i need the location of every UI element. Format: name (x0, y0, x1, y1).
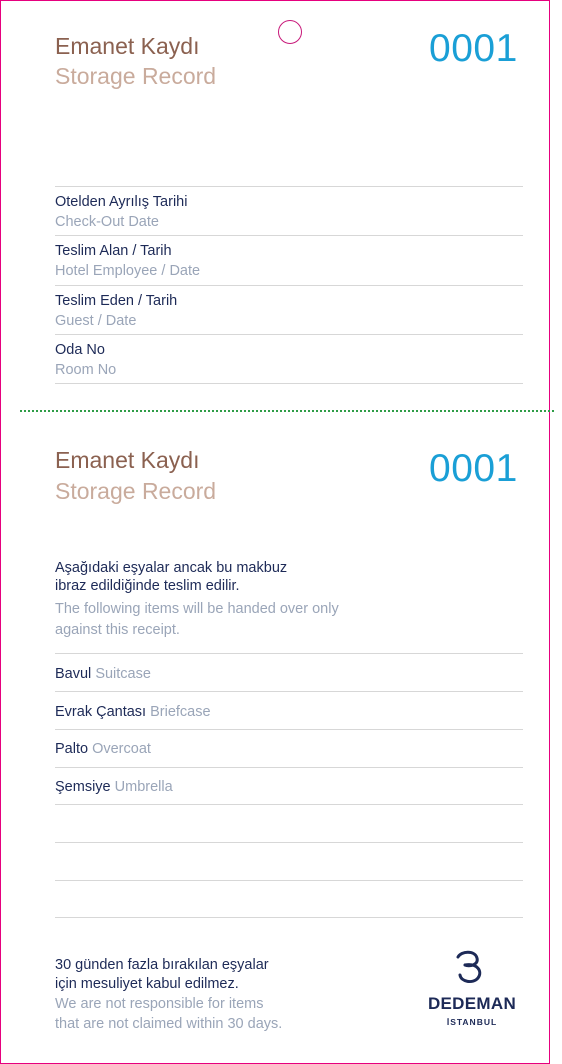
field-checkout-date-label-en: Check-Out Date (55, 214, 159, 230)
storage-record-card: Emanet Kaydı Storage Record 0001 Otelden… (0, 0, 550, 1064)
receipt-note-en-line-2: against this receipt. (55, 622, 180, 638)
item-suitcase: Bavul Suitcase (55, 666, 151, 682)
stub-record-number: 0001 (429, 27, 518, 70)
perforation-line (20, 410, 554, 412)
footer-note-tr-line-1: 30 günden fazla bırakılan eşyalar (55, 957, 269, 973)
field-hotel-employee-label: Teslim Alan / Tarih (55, 243, 172, 259)
stub-title-en: Storage Record (55, 63, 217, 89)
blank-item-line (55, 880, 523, 881)
field-hotel-employee-label-en: Hotel Employee / Date (55, 263, 201, 279)
item-umbrella: Şemsiye Umbrella (55, 779, 173, 795)
divider (55, 235, 523, 236)
divider (55, 653, 523, 654)
item-briefcase: Evrak Çantası Briefcase (55, 704, 211, 720)
stub-title-tr: Emanet Kaydı (55, 33, 200, 59)
divider (55, 804, 523, 805)
blank-item-line (55, 842, 523, 843)
item-label-en: Overcoat (92, 741, 151, 757)
item-label-tr: Evrak Çantası (55, 704, 147, 720)
field-room-no-label: Oda No (55, 342, 105, 358)
divider (55, 691, 523, 692)
item-label-en: Suitcase (95, 666, 151, 682)
punch-hole-icon (278, 20, 302, 44)
field-guest-label: Teslim Eden / Tarih (55, 293, 178, 309)
item-label-tr: Şemsiye (55, 779, 111, 795)
receipt-record-number: 0001 (429, 447, 518, 490)
footer-note-en-line-1: We are not responsible for items (55, 996, 264, 1012)
divider (55, 767, 523, 768)
field-checkout-date-label: Otelden Ayrılış Tarihi (55, 194, 188, 210)
divider (55, 383, 523, 384)
item-label-en: Briefcase (150, 704, 211, 720)
divider (55, 186, 523, 187)
dedeman-logo-city: İSTANBUL (446, 1017, 498, 1027)
divider (55, 729, 523, 730)
item-label-tr: Palto (55, 741, 89, 757)
item-label-en: Umbrella (114, 779, 173, 795)
item-label-tr: Bavul (55, 666, 92, 682)
footer-note-en-line-2: that are not claimed within 30 days. (55, 1016, 283, 1032)
blank-item-line (55, 917, 523, 918)
receipt-title-en: Storage Record (55, 478, 217, 504)
receipt-title-tr: Emanet Kaydı (55, 447, 200, 473)
dedeman-logo-icon (456, 950, 482, 984)
divider (55, 334, 523, 335)
divider (55, 285, 523, 286)
receipt-note-tr-line-2: ibraz edildiğinde teslim edilir. (55, 578, 240, 594)
field-guest-label-en: Guest / Date (55, 313, 137, 329)
field-room-no-label-en: Room No (55, 362, 117, 378)
footer-note-tr-line-2: için mesuliyet kabul edilmez. (55, 976, 239, 992)
receipt-note-tr-line-1: Aşağıdaki eşyalar ancak bu makbuz (55, 560, 288, 576)
item-overcoat: Palto Overcoat (55, 741, 151, 757)
dedeman-logo-wordmark: DEDEMAN (427, 994, 517, 1013)
receipt-note-en-line-1: The following items will be handed over … (55, 601, 339, 617)
